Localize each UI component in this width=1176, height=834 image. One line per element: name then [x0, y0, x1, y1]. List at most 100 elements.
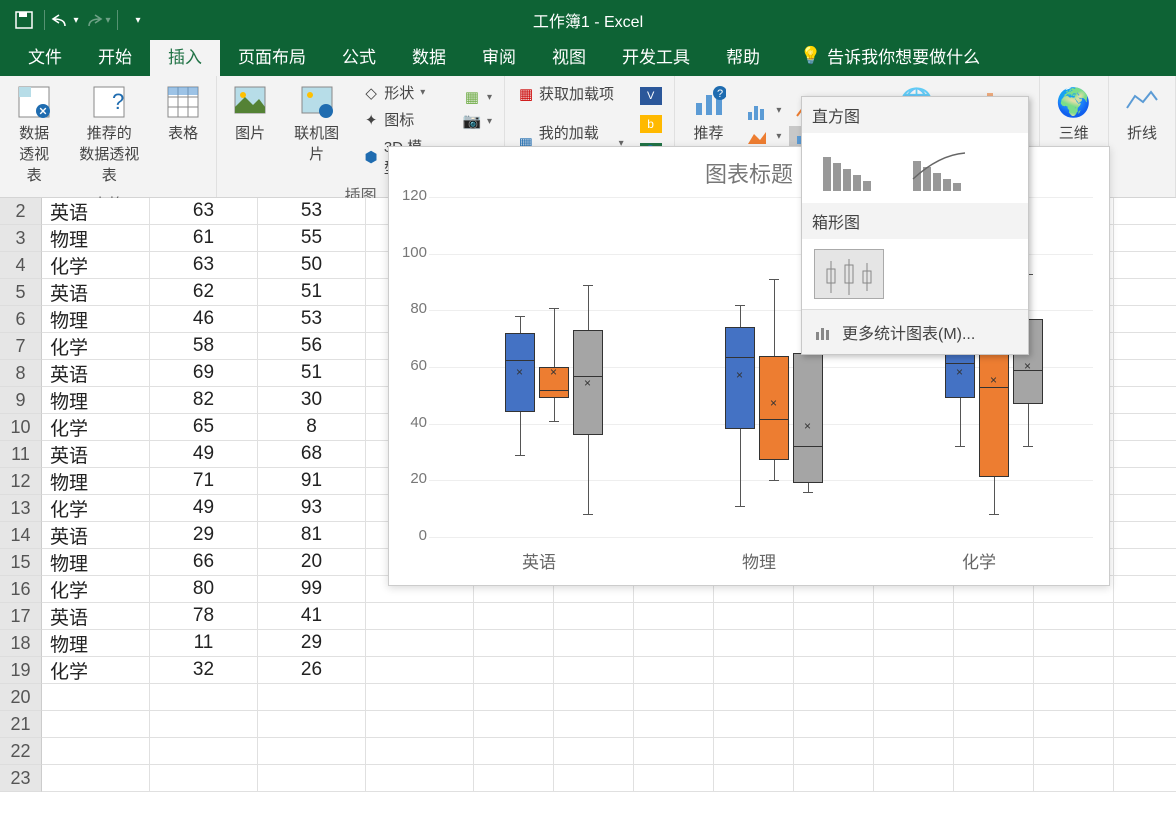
- cell[interactable]: [366, 603, 474, 630]
- cell[interactable]: 49: [150, 495, 258, 522]
- cell[interactable]: [634, 765, 714, 792]
- cell[interactable]: 99: [258, 576, 366, 603]
- row-header[interactable]: 11: [0, 441, 42, 468]
- cell[interactable]: 化学: [42, 414, 150, 441]
- cell[interactable]: [1114, 657, 1176, 684]
- cell[interactable]: 物理: [42, 549, 150, 576]
- cell[interactable]: [714, 765, 794, 792]
- cell[interactable]: [794, 765, 874, 792]
- tab-view[interactable]: 视图: [534, 35, 604, 76]
- cell[interactable]: [1114, 603, 1176, 630]
- cell[interactable]: 78: [150, 603, 258, 630]
- cell[interactable]: [1114, 468, 1176, 495]
- cell[interactable]: 29: [150, 522, 258, 549]
- cell[interactable]: 英语: [42, 441, 150, 468]
- cell[interactable]: [474, 711, 554, 738]
- cell[interactable]: 化学: [42, 333, 150, 360]
- cell[interactable]: [1114, 360, 1176, 387]
- cell[interactable]: 53: [258, 198, 366, 225]
- online-picture-button[interactable]: 联机图片: [281, 80, 352, 180]
- row-header[interactable]: 21: [0, 711, 42, 738]
- cell[interactable]: [366, 738, 474, 765]
- cell[interactable]: [42, 738, 150, 765]
- cell[interactable]: 8: [258, 414, 366, 441]
- row-header[interactable]: 16: [0, 576, 42, 603]
- cell[interactable]: [474, 603, 554, 630]
- cell[interactable]: [474, 657, 554, 684]
- cell[interactable]: [874, 684, 954, 711]
- cell[interactable]: [634, 657, 714, 684]
- cell[interactable]: 物理: [42, 630, 150, 657]
- cell[interactable]: [366, 657, 474, 684]
- cell[interactable]: [794, 684, 874, 711]
- cell[interactable]: 30: [258, 387, 366, 414]
- cell[interactable]: 物理: [42, 387, 150, 414]
- cell[interactable]: 50: [258, 252, 366, 279]
- cell[interactable]: 英语: [42, 360, 150, 387]
- cell[interactable]: [874, 657, 954, 684]
- row-header[interactable]: 4: [0, 252, 42, 279]
- cell[interactable]: [258, 738, 366, 765]
- cell[interactable]: [1114, 306, 1176, 333]
- row-header[interactable]: 17: [0, 603, 42, 630]
- cell[interactable]: [474, 765, 554, 792]
- cell[interactable]: [1114, 414, 1176, 441]
- cell[interactable]: [366, 630, 474, 657]
- cell[interactable]: [1034, 657, 1114, 684]
- cell[interactable]: [954, 765, 1034, 792]
- row-header[interactable]: 10: [0, 414, 42, 441]
- cell[interactable]: [1114, 549, 1176, 576]
- boxplot-option[interactable]: [814, 249, 884, 299]
- column-chart-button[interactable]: ▾: [740, 100, 787, 122]
- cell[interactable]: [554, 738, 634, 765]
- cell[interactable]: [874, 603, 954, 630]
- row-header[interactable]: 5: [0, 279, 42, 306]
- cell[interactable]: [1114, 630, 1176, 657]
- cell[interactable]: [634, 684, 714, 711]
- cell[interactable]: [1034, 765, 1114, 792]
- cell[interactable]: [1114, 738, 1176, 765]
- cell[interactable]: [714, 657, 794, 684]
- cell[interactable]: 68: [258, 441, 366, 468]
- more-stat-charts-button[interactable]: 更多统计图表(M)...: [802, 309, 1028, 354]
- row-header[interactable]: 13: [0, 495, 42, 522]
- cell[interactable]: [794, 711, 874, 738]
- cell[interactable]: [1114, 279, 1176, 306]
- cell[interactable]: [954, 738, 1034, 765]
- cell[interactable]: [150, 684, 258, 711]
- cell[interactable]: 英语: [42, 279, 150, 306]
- smartart-button[interactable]: ▦▾: [457, 86, 498, 108]
- tab-review[interactable]: 审阅: [464, 35, 534, 76]
- cell[interactable]: [1114, 252, 1176, 279]
- cell[interactable]: [714, 684, 794, 711]
- cell[interactable]: 11: [150, 630, 258, 657]
- row-header[interactable]: 20: [0, 684, 42, 711]
- row-header[interactable]: 6: [0, 306, 42, 333]
- cell[interactable]: 化学: [42, 576, 150, 603]
- row-header[interactable]: 2: [0, 198, 42, 225]
- cell[interactable]: [634, 711, 714, 738]
- redo-button[interactable]: ▾: [83, 6, 111, 34]
- cell[interactable]: [554, 657, 634, 684]
- row-header[interactable]: 9: [0, 387, 42, 414]
- cell[interactable]: 49: [150, 441, 258, 468]
- cell[interactable]: 32: [150, 657, 258, 684]
- cell[interactable]: 63: [150, 198, 258, 225]
- cell[interactable]: [258, 684, 366, 711]
- cell[interactable]: 93: [258, 495, 366, 522]
- get-addins-button[interactable]: ▦获取加载项: [511, 81, 630, 106]
- histogram-option[interactable]: [814, 143, 884, 193]
- cell[interactable]: [1114, 387, 1176, 414]
- cell[interactable]: 46: [150, 306, 258, 333]
- cell[interactable]: [1034, 603, 1114, 630]
- cell[interactable]: 80: [150, 576, 258, 603]
- cell[interactable]: [42, 711, 150, 738]
- cell[interactable]: [1034, 711, 1114, 738]
- cell[interactable]: 英语: [42, 198, 150, 225]
- cell[interactable]: [150, 765, 258, 792]
- customize-qat-button[interactable]: ▾: [124, 6, 152, 34]
- cell[interactable]: 63: [150, 252, 258, 279]
- cell[interactable]: 物理: [42, 306, 150, 333]
- tab-developer[interactable]: 开发工具: [604, 35, 708, 76]
- cell[interactable]: 物理: [42, 225, 150, 252]
